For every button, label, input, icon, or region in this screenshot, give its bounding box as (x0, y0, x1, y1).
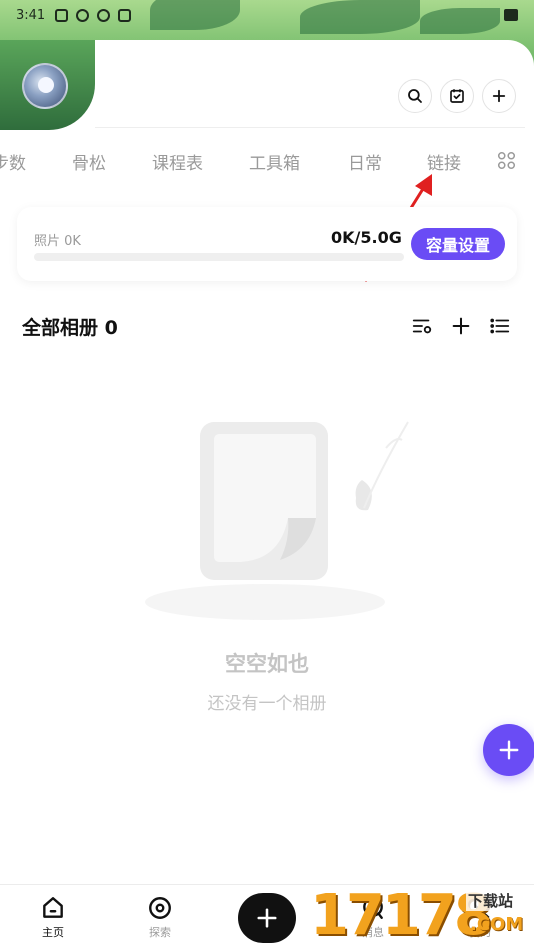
tab-bone-density[interactable]: 骨松 (72, 149, 106, 174)
avatar[interactable] (22, 63, 68, 109)
nav-home[interactable]: 主页 (23, 895, 83, 940)
nav-explore[interactable]: 探索 (130, 895, 190, 940)
site-watermark: 17178 下载站 .COM (306, 884, 534, 950)
status-bar: 3:41 (0, 0, 534, 30)
header-divider (95, 127, 525, 128)
add-button[interactable] (482, 79, 516, 113)
plus-icon (499, 740, 519, 760)
search-icon (408, 89, 422, 103)
tab-timetable[interactable]: 课程表 (152, 149, 203, 174)
empty-state-subtitle: 还没有一个相册 (207, 694, 327, 714)
empty-album-illustration (145, 421, 409, 620)
plus-icon (492, 89, 506, 103)
storage-progress-bar (34, 253, 404, 261)
status-system-icons (504, 9, 518, 21)
empty-state-title: 空空如也 (225, 652, 309, 676)
calendar-check-icon (450, 89, 464, 103)
status-notification-icons (55, 8, 132, 22)
tab-steps[interactable]: 步数 (0, 149, 26, 174)
add-album-icon[interactable] (450, 315, 472, 337)
compass-icon (149, 897, 171, 919)
plus-icon (257, 908, 277, 928)
category-tabs: 步数 骨松 课程表 工具箱 日常 链接 (0, 145, 534, 177)
photos-count-label: 照片 0K (34, 234, 81, 249)
watermark-com: .COM (470, 914, 524, 935)
watermark-word: 下载站 (466, 890, 516, 911)
storage-usage-text: 0K/5.0G (331, 228, 402, 247)
create-button[interactable] (238, 893, 296, 943)
grid-icon[interactable] (497, 151, 516, 170)
storage-card: 照片 0K 0K/5.0G 容量设置 (17, 207, 517, 281)
capacity-settings-button[interactable]: 容量设置 (411, 228, 505, 260)
nav-home-label: 主页 (42, 926, 64, 939)
search-button[interactable] (398, 79, 432, 113)
all-albums-title: 全部相册 0 (22, 317, 118, 339)
list-view-icon[interactable] (489, 315, 511, 337)
sort-settings-icon[interactable] (411, 315, 433, 337)
nav-explore-label: 探索 (149, 926, 171, 939)
status-time: 3:41 (16, 7, 46, 23)
calendar-button[interactable] (440, 79, 474, 113)
floating-add-button[interactable] (483, 724, 534, 776)
home-icon (43, 897, 63, 918)
tab-toolbox[interactable]: 工具箱 (249, 149, 300, 174)
watermark-digits: 17178 (310, 883, 493, 948)
